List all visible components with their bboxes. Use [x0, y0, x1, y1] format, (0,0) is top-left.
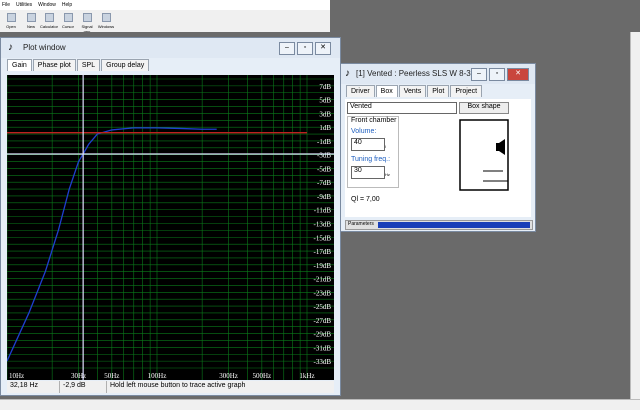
calculator-icon [44, 13, 54, 22]
parameters-label: Parameters [348, 221, 374, 227]
status-hint: Hold left mouse button to trace active g… [110, 382, 246, 389]
vertical-scrollbar[interactable] [630, 32, 640, 399]
close-button[interactable]: ✕ [315, 42, 331, 55]
menu-file[interactable]: File [0, 0, 12, 8]
box-shape-button[interactable]: Box shape [459, 102, 509, 114]
tab-project[interactable]: Project [450, 85, 483, 97]
signal-gen-button[interactable]: Signal gen [78, 12, 96, 34]
plot-status-bar: 32,18 Hz -2,9 dB Hold left mouse button … [7, 381, 334, 393]
tuning-unit: Hz [385, 172, 390, 177]
tab-driver[interactable]: Driver [346, 85, 375, 97]
open-icon [6, 13, 16, 22]
front-chamber-label: Front chamber [351, 117, 397, 124]
minimize-button[interactable]: – [279, 42, 295, 55]
box-type-field[interactable]: Vented [347, 102, 457, 114]
new-icon [26, 13, 36, 22]
x-tick-label: 50Hz [104, 372, 119, 380]
design-window-titlebar[interactable]: ♪ [1] Vented : Peerless SLS W 8-39/... –… [341, 64, 535, 84]
plot-window-titlebar[interactable]: ♪ Plot window – ▫ ✕ [1, 38, 340, 58]
y-tick-label: 5dB [319, 97, 331, 105]
tuning-label: Tuning freq.: [351, 156, 391, 163]
y-tick-label: -3dB [317, 152, 331, 160]
plot-tabs: Gain Phase plot SPL Group delay [7, 59, 150, 71]
maximize-button[interactable]: ▫ [297, 42, 313, 55]
horizontal-scrollbar[interactable] [0, 399, 640, 410]
tab-phase-plot[interactable]: Phase plot [32, 59, 76, 71]
tab-box[interactable]: Box [375, 85, 398, 97]
volume-unit: l [385, 144, 386, 149]
y-tick-label: -23dB [314, 289, 332, 297]
volume-label: Volume: [351, 128, 377, 135]
plot-window: ♪ Plot window – ▫ ✕ Gain Phase plot SPL Gr… [0, 37, 341, 396]
tab-plot[interactable]: Plot [427, 85, 450, 97]
y-tick-label: -1dB [317, 138, 331, 146]
status-frequency: 32,18 Hz [7, 381, 60, 393]
parameters-bar: Parameters [345, 220, 533, 230]
y-tick-label: -13dB [314, 221, 332, 229]
cursor-icon [63, 13, 73, 22]
x-tick-label: 10Hz [9, 372, 24, 380]
y-tick-label: -21dB [314, 276, 332, 284]
menu-window[interactable]: Window [36, 0, 58, 8]
windows-icon [101, 13, 111, 22]
x-tick-label: 1kHz [299, 372, 314, 380]
y-tick-label: -17dB [314, 248, 332, 256]
menu-utilities[interactable]: Utilities [14, 0, 34, 8]
volume-input[interactable]: 40 [351, 138, 385, 151]
y-tick-label: -29dB [314, 331, 332, 339]
y-tick-label: -31dB [314, 344, 332, 352]
plot-window-controls: – ▫ ✕ [277, 42, 331, 55]
design-window-title: [1] Vented : Peerless SLS W 8-39/... [356, 69, 485, 78]
gain-chart[interactable]: 7dB 5dB 3dB 1dB -1dB -3dB -5dB -7dB -9dB -11dB -13… [7, 75, 334, 380]
y-tick-label: -15dB [314, 234, 332, 242]
calculator-button[interactable]: Calculator [40, 12, 58, 30]
menu-help[interactable]: Help [60, 0, 74, 8]
x-tick-label: 100Hz [148, 372, 167, 380]
cursor-button[interactable]: Cursor [59, 12, 77, 30]
signal-gen-icon [82, 13, 92, 22]
tab-gain[interactable]: Gain [7, 59, 32, 71]
x-tick-label: 300Hz [219, 372, 238, 380]
y-tick-label: 1dB [319, 124, 331, 132]
app-menu-bar: File Utilities Window Help [0, 0, 330, 10]
design-tabs: Driver Box Vents Plot Project [346, 85, 483, 97]
new-button[interactable]: New [22, 12, 40, 30]
y-tick-label: -27dB [314, 317, 332, 325]
x-tick-label: 500Hz [253, 372, 272, 380]
y-tick-label: -33dB [314, 358, 332, 366]
y-tick-label: -7dB [317, 179, 331, 187]
design-window-controls: – ▫ ✕ [469, 68, 529, 81]
app-logo-icon: ♪ [8, 42, 13, 53]
open-button[interactable]: Open [2, 12, 20, 30]
gain-plot[interactable]: 7dB 5dB 3dB 1dB -1dB -3dB -5dB -7dB -9dB -11dB -13… [7, 75, 334, 380]
windows-button[interactable]: Windows [97, 12, 115, 30]
x-tick-label: 30Hz [71, 372, 86, 380]
app-logo-icon: ♪ [345, 68, 350, 79]
y-tick-label: -5dB [317, 165, 331, 173]
box-shape-preview [459, 119, 509, 191]
tab-vents[interactable]: Vents [398, 85, 427, 97]
box-panel: Vented Box shape Front chamber Volume: 4… [345, 99, 531, 217]
maximize-button[interactable]: ▫ [489, 68, 505, 81]
y-tick-label: -25dB [314, 303, 332, 311]
y-tick-label: -9dB [317, 193, 331, 201]
y-tick-label: 3dB [319, 110, 331, 118]
plot-window-title: Plot window [23, 43, 66, 52]
status-gain: -2,9 dB [60, 381, 107, 393]
tab-group-delay[interactable]: Group delay [101, 59, 150, 71]
y-tick-label: -11dB [314, 207, 332, 215]
toolbar: Open New Calculator Cursor Signal gen Wi… [0, 10, 330, 34]
y-tick-label: 7dB [319, 83, 331, 91]
minimize-button[interactable]: – [471, 68, 487, 81]
parameters-progress [378, 222, 530, 228]
tab-spl[interactable]: SPL [76, 59, 101, 71]
close-button[interactable]: ✕ [507, 68, 529, 81]
ql-value: Ql = 7,00 [351, 196, 380, 203]
y-tick-label: -19dB [314, 262, 332, 270]
design-window: ♪ [1] Vented : Peerless SLS W 8-39/... –… [340, 63, 536, 232]
tuning-input[interactable]: 30 [351, 166, 385, 179]
